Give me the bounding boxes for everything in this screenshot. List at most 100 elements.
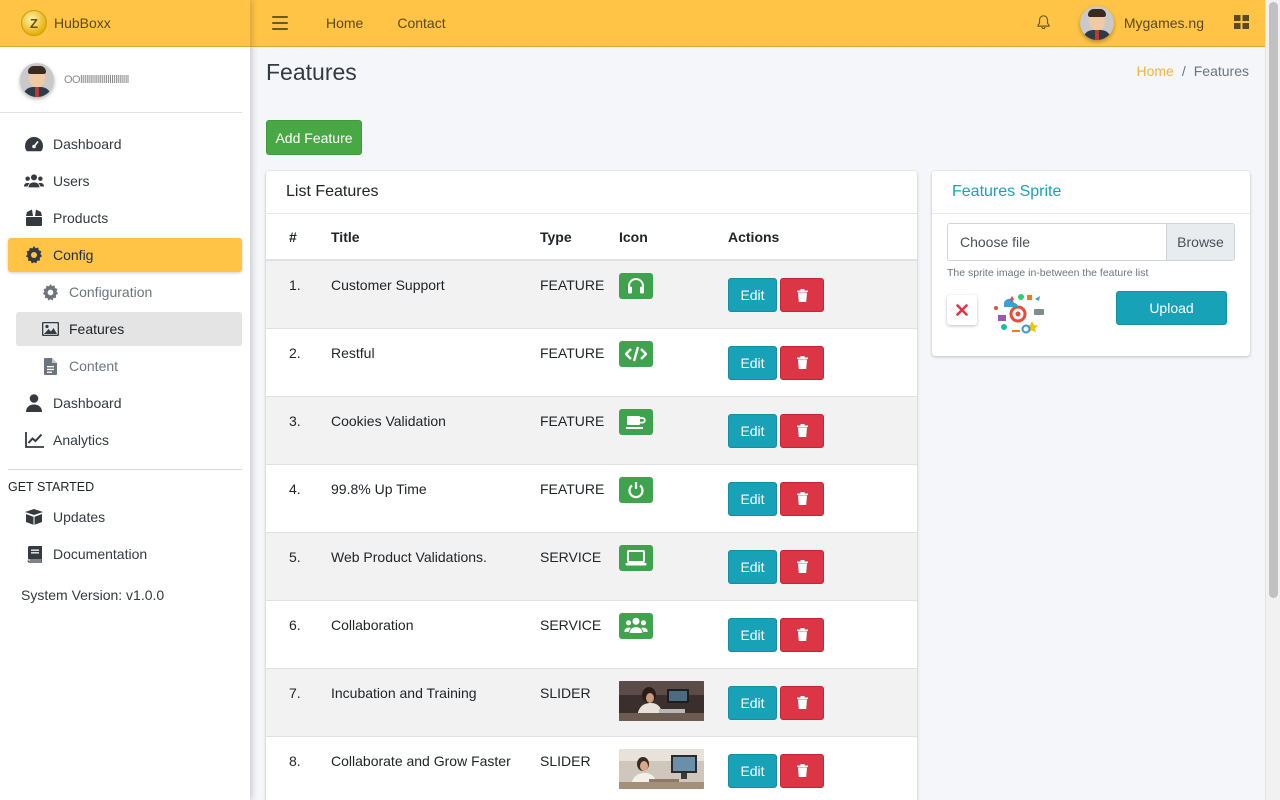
page-scrollbar[interactable] [1265, 0, 1280, 800]
row-title: Cookies Validation [331, 395, 540, 464]
row-number: 4. [266, 463, 331, 532]
row-title: 99.8% Up Time [331, 463, 540, 532]
topbar-link-contact[interactable]: Contact [397, 15, 445, 31]
sidebar-item-label: Features [69, 321, 125, 337]
sidebar-item-label: Analytics [53, 432, 110, 448]
account-avatar[interactable] [1079, 6, 1114, 40]
sidebar-item-dashboard-user[interactable]: Dashboard [8, 386, 242, 420]
delete-button[interactable] [780, 753, 824, 788]
close-icon [956, 304, 968, 316]
trash-icon [796, 764, 808, 777]
edit-button[interactable]: Edit [728, 413, 777, 448]
sidebar-item-content[interactable]: Content [16, 349, 242, 383]
trash-icon [796, 288, 808, 302]
power-icon [619, 476, 653, 503]
slider-image-collaborate [619, 748, 704, 789]
file-input-label[interactable]: Choose file [948, 224, 1166, 260]
row-number: 8. [266, 735, 331, 800]
user-panel[interactable]: OOlllllllllllllllllllllllll [0, 47, 242, 113]
trash-icon [796, 628, 808, 641]
row-title: Restful [331, 327, 540, 396]
sidebar-item-users[interactable]: Users [8, 164, 242, 198]
delete-button[interactable] [780, 278, 824, 312]
table-row: 3. Cookies Validation FEATURE Edit [266, 395, 917, 464]
delete-button[interactable] [780, 617, 824, 652]
sidebar-item-documentation[interactable]: Documentation [8, 537, 242, 571]
brand-name: HubBoxx [54, 15, 111, 31]
trash-icon [796, 424, 808, 437]
sidebar-item-config[interactable]: Config [8, 238, 242, 272]
sidebar-item-updates[interactable]: Updates [8, 500, 242, 534]
row-type: FEATURE [540, 395, 619, 464]
gear-icon [24, 245, 44, 265]
sidebar-item-configuration[interactable]: Configuration [16, 275, 242, 309]
edit-button[interactable]: Edit [728, 345, 777, 380]
delete-button[interactable] [780, 549, 824, 584]
sidebar-item-dashboard[interactable]: Dashboard [8, 127, 242, 161]
box-icon [24, 208, 44, 228]
menu-toggle-icon[interactable] [272, 16, 288, 30]
laptop-icon [619, 544, 653, 571]
headset-icon [619, 273, 653, 299]
table-row: 6. Collaboration SERVICE Edit [266, 599, 917, 668]
edit-button[interactable]: Edit [728, 549, 777, 584]
table-row: 1. Customer Support FEATURE Edit [266, 259, 917, 328]
remove-sprite-button[interactable] [947, 295, 977, 325]
edit-button[interactable]: Edit [728, 617, 777, 652]
book-icon [24, 544, 44, 564]
sidebar-item-label: Products [53, 210, 109, 226]
features-sprite-title: Features Sprite [932, 171, 1250, 214]
trash-icon [796, 560, 808, 573]
column-header-number: # [266, 214, 331, 261]
delete-button[interactable] [780, 481, 824, 516]
coffee-icon [619, 408, 653, 435]
delete-button[interactable] [780, 345, 824, 380]
box-open-icon [24, 507, 44, 527]
edit-button[interactable]: Edit [728, 753, 777, 788]
sprite-file-input[interactable]: Choose file Browse [947, 223, 1235, 261]
edit-button[interactable]: Edit [728, 481, 777, 516]
table-row: 5. Web Product Validations. SERVICE Edit [266, 531, 917, 600]
sprite-help-text: The sprite image in-between the feature … [947, 267, 1149, 279]
avatar [20, 62, 54, 97]
table-row: 7. Incubation and Training SLIDER Edit [266, 667, 917, 736]
add-feature-button[interactable]: Add Feature [266, 120, 362, 155]
features-sprite-card: Features Sprite Choose file Browse The s… [932, 171, 1250, 356]
brand-logo: Z [21, 10, 47, 36]
column-header-type: Type [540, 214, 619, 261]
features-table: # Title Type Icon Actions 1. Customer Su… [266, 214, 917, 800]
row-type: FEATURE [540, 463, 619, 532]
code-icon [619, 340, 653, 367]
sidebar-item-label: Config [53, 247, 94, 263]
delete-button[interactable] [780, 685, 824, 720]
column-header-title: Title [331, 214, 540, 261]
sidebar-item-label: Content [69, 358, 119, 374]
upload-button[interactable]: Upload [1116, 291, 1227, 325]
sidebar-item-features[interactable]: Features [16, 312, 242, 346]
table-row: 2. Restful FEATURE Edit [266, 327, 917, 396]
bell-icon[interactable] [1037, 14, 1050, 32]
edit-button[interactable]: Edit [728, 685, 777, 720]
browse-button[interactable]: Browse [1166, 224, 1234, 260]
table-header-row: # Title Type Icon Actions [266, 214, 917, 261]
topbar-link-home[interactable]: Home [326, 15, 363, 31]
trash-icon [796, 492, 808, 505]
apps-grid-icon[interactable] [1234, 14, 1249, 32]
row-type: FEATURE [540, 259, 619, 328]
breadcrumb: Home / Features [1137, 63, 1250, 79]
sidebar-item-analytics[interactable]: Analytics [8, 423, 242, 457]
row-title: Web Product Validations. [331, 531, 540, 600]
scrollbar-thumb[interactable] [1269, 2, 1278, 598]
topbar-right: Mygames.ng [1037, 6, 1265, 40]
list-features-card: List Features # Title Type Icon Actions … [266, 171, 917, 800]
brand[interactable]: Z HubBoxx [0, 0, 250, 47]
row-number: 3. [266, 395, 331, 464]
row-title: Customer Support [331, 259, 540, 328]
account-name[interactable]: Mygames.ng [1124, 15, 1204, 31]
edit-button[interactable]: Edit [728, 278, 777, 312]
breadcrumb-home-link[interactable]: Home [1137, 63, 1174, 79]
breadcrumb-separator: / [1181, 63, 1186, 79]
delete-button[interactable] [780, 413, 824, 448]
sidebar-item-products[interactable]: Products [8, 201, 242, 235]
row-title: Collaboration [331, 599, 540, 668]
